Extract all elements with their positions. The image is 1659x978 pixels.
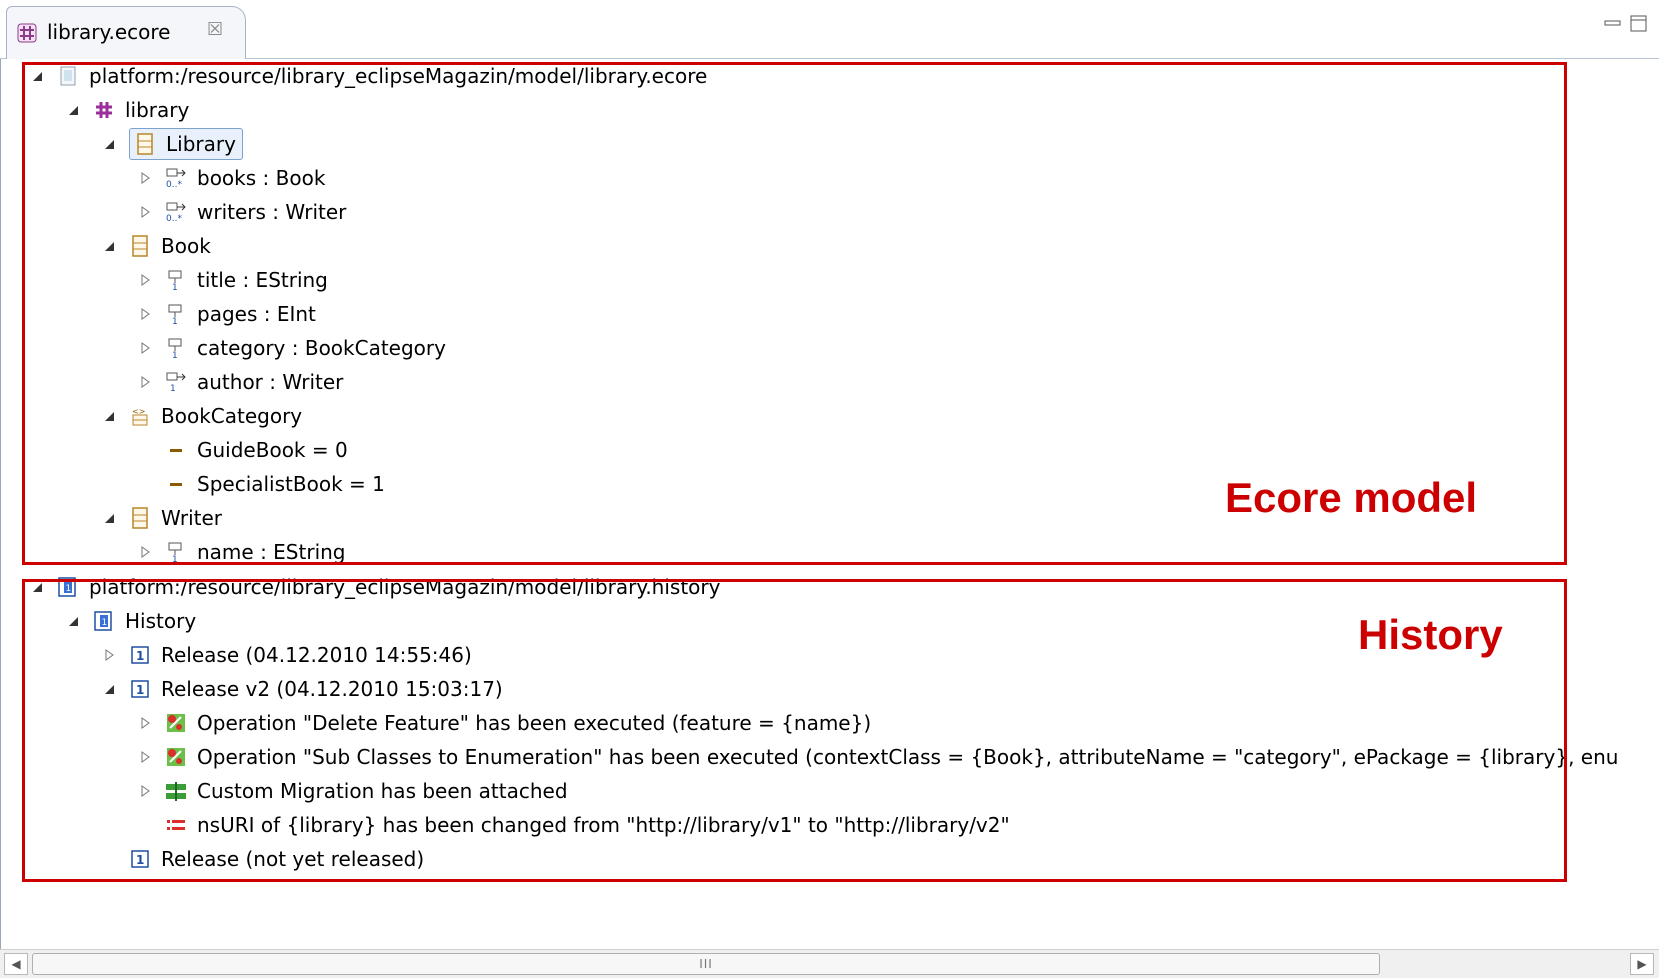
ecore-file-icon xyxy=(17,23,37,43)
horizontal-scrollbar[interactable]: ◀ III ▶ xyxy=(0,949,1659,978)
ecore-model-annotation: Ecore model xyxy=(1225,474,1478,521)
tab-label: library.ecore xyxy=(47,20,171,44)
scrollbar-thumb[interactable]: III xyxy=(32,953,1380,975)
scroll-right-button[interactable]: ▶ xyxy=(1630,953,1654,975)
history-highlight-box xyxy=(22,579,1567,882)
minimize-icon[interactable] xyxy=(1602,14,1624,34)
tab-library-ecore[interactable]: library.ecore ☒ xyxy=(6,6,246,59)
maximize-icon[interactable] xyxy=(1628,14,1650,34)
history-annotation: History xyxy=(1358,611,1503,658)
ecore-editor: library.ecore ☒ platform:/resource/libra… xyxy=(0,0,1659,978)
editor-tab-bar: library.ecore ☒ xyxy=(0,0,1659,59)
scroll-left-button[interactable]: ◀ xyxy=(4,953,28,975)
close-icon[interactable]: ☒ xyxy=(207,19,223,40)
scrollbar-grip: III xyxy=(699,957,713,971)
